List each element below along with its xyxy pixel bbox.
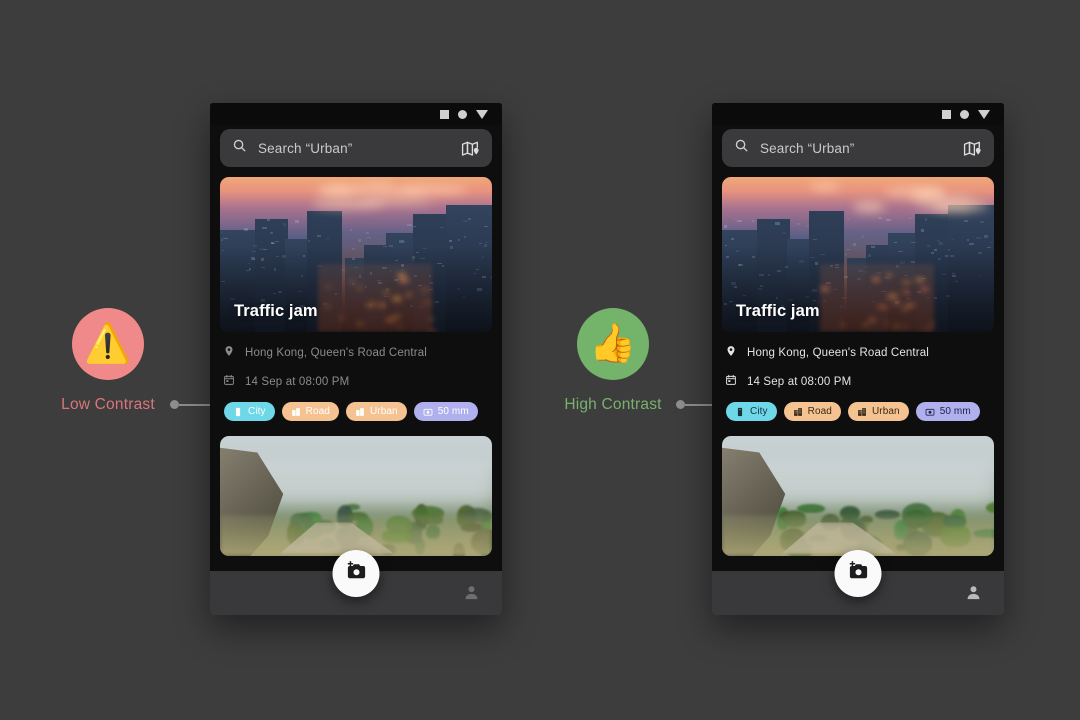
tag-urban[interactable]: Urban [848,402,909,421]
tag-50 mm[interactable]: 50 mm [414,402,478,421]
photo-card-primary[interactable]: Traffic jam [220,177,492,332]
app-screen: Search “Urban” Traffic jam Hong Kong, Qu… [210,129,502,615]
connector-dot [676,400,685,409]
city-icon [291,407,301,417]
annotation-high-contrast: 👍 High Contrast [553,308,673,414]
triangle-down-icon[interactable] [476,110,488,119]
tag-list: City Road Urban 50 mm [223,402,489,421]
connector-dot [170,400,179,409]
status-bar [210,103,502,125]
datetime-row: 14 Sep at 08:00 PM [725,373,991,391]
card-metadata: Hong Kong, Queen's Road Central 14 Sep a… [722,344,994,421]
add-photo-camera-icon [345,560,367,587]
city-icon [793,407,803,417]
card-title: Traffic jam [736,302,820,321]
tag-label: City [248,406,266,417]
person-icon[interactable] [463,584,480,606]
tag-city[interactable]: City [224,402,275,421]
search-input[interactable]: Search “Urban” [258,141,450,156]
status-bar [712,103,1004,125]
camera-icon [925,407,935,417]
search-icon [734,138,749,158]
photo-card-primary[interactable]: Traffic jam [722,177,994,332]
datetime-text: 14 Sep at 08:00 PM [245,376,349,388]
tag-label: Road [306,406,330,417]
annotation-label-low-contrast: Low Contrast [61,396,155,414]
datetime-row: 14 Sep at 08:00 PM [223,373,489,391]
map-pin-icon[interactable] [963,139,982,158]
add-photo-button[interactable] [333,550,380,597]
tag-road[interactable]: Road [784,402,841,421]
comparison-stage: ⚠️ Low Contrast 👍 High Contrast Search “… [0,0,1080,720]
tag-road[interactable]: Road [282,402,339,421]
photo-card-secondary[interactable] [220,436,492,556]
circle-icon[interactable] [960,110,969,119]
camera-icon [423,407,433,417]
tag-label: Urban [370,406,398,417]
phone-mockup-low-contrast: Search “Urban” Traffic jam Hong Kong, Qu… [210,103,502,615]
search-input[interactable]: Search “Urban” [760,141,952,156]
tag-list: City Road Urban 50 mm [725,402,991,421]
tag-icon [735,407,745,417]
tag-label: Urban [872,406,900,417]
misty-mountain-photo [722,436,994,556]
phone-mockup-high-contrast: Search “Urban” Traffic jam Hong Kong, Qu… [712,103,1004,615]
tag-label: 50 mm [940,406,971,417]
tag-label: City [750,406,768,417]
location-row: Hong Kong, Queen's Road Central [725,344,991,362]
thumbs-up-emoji-icon: 👍 [577,308,649,380]
photo-card-secondary[interactable] [722,436,994,556]
triangle-down-icon[interactable] [978,110,990,119]
square-icon[interactable] [942,110,951,119]
search-icon [232,138,247,158]
tag-label: Road [808,406,832,417]
add-photo-button[interactable] [835,550,882,597]
calendar-icon [725,373,737,391]
search-bar[interactable]: Search “Urban” [722,129,994,167]
app-screen: Search “Urban” Traffic jam Hong Kong, Qu… [712,129,1004,615]
location-text: Hong Kong, Queen's Road Central [245,347,427,359]
card-title: Traffic jam [234,302,318,321]
calendar-icon [223,373,235,391]
city-icon [355,407,365,417]
tag-city[interactable]: City [726,402,777,421]
annotation-low-contrast: ⚠️ Low Contrast [48,308,168,414]
tag-icon [233,407,243,417]
search-bar[interactable]: Search “Urban” [220,129,492,167]
add-photo-camera-icon [847,560,869,587]
location-pin-icon [725,344,737,362]
square-icon[interactable] [440,110,449,119]
location-pin-icon [223,344,235,362]
misty-mountain-photo [220,436,492,556]
person-icon[interactable] [965,584,982,606]
tag-label: 50 mm [438,406,469,417]
tag-50 mm[interactable]: 50 mm [916,402,980,421]
circle-icon[interactable] [458,110,467,119]
location-row: Hong Kong, Queen's Road Central [223,344,489,362]
warning-emoji-icon: ⚠️ [72,308,144,380]
annotation-label-high-contrast: High Contrast [564,396,661,414]
city-icon [857,407,867,417]
tag-urban[interactable]: Urban [346,402,407,421]
location-text: Hong Kong, Queen's Road Central [747,347,929,359]
map-pin-icon[interactable] [461,139,480,158]
datetime-text: 14 Sep at 08:00 PM [747,376,851,388]
card-metadata: Hong Kong, Queen's Road Central 14 Sep a… [220,344,492,421]
